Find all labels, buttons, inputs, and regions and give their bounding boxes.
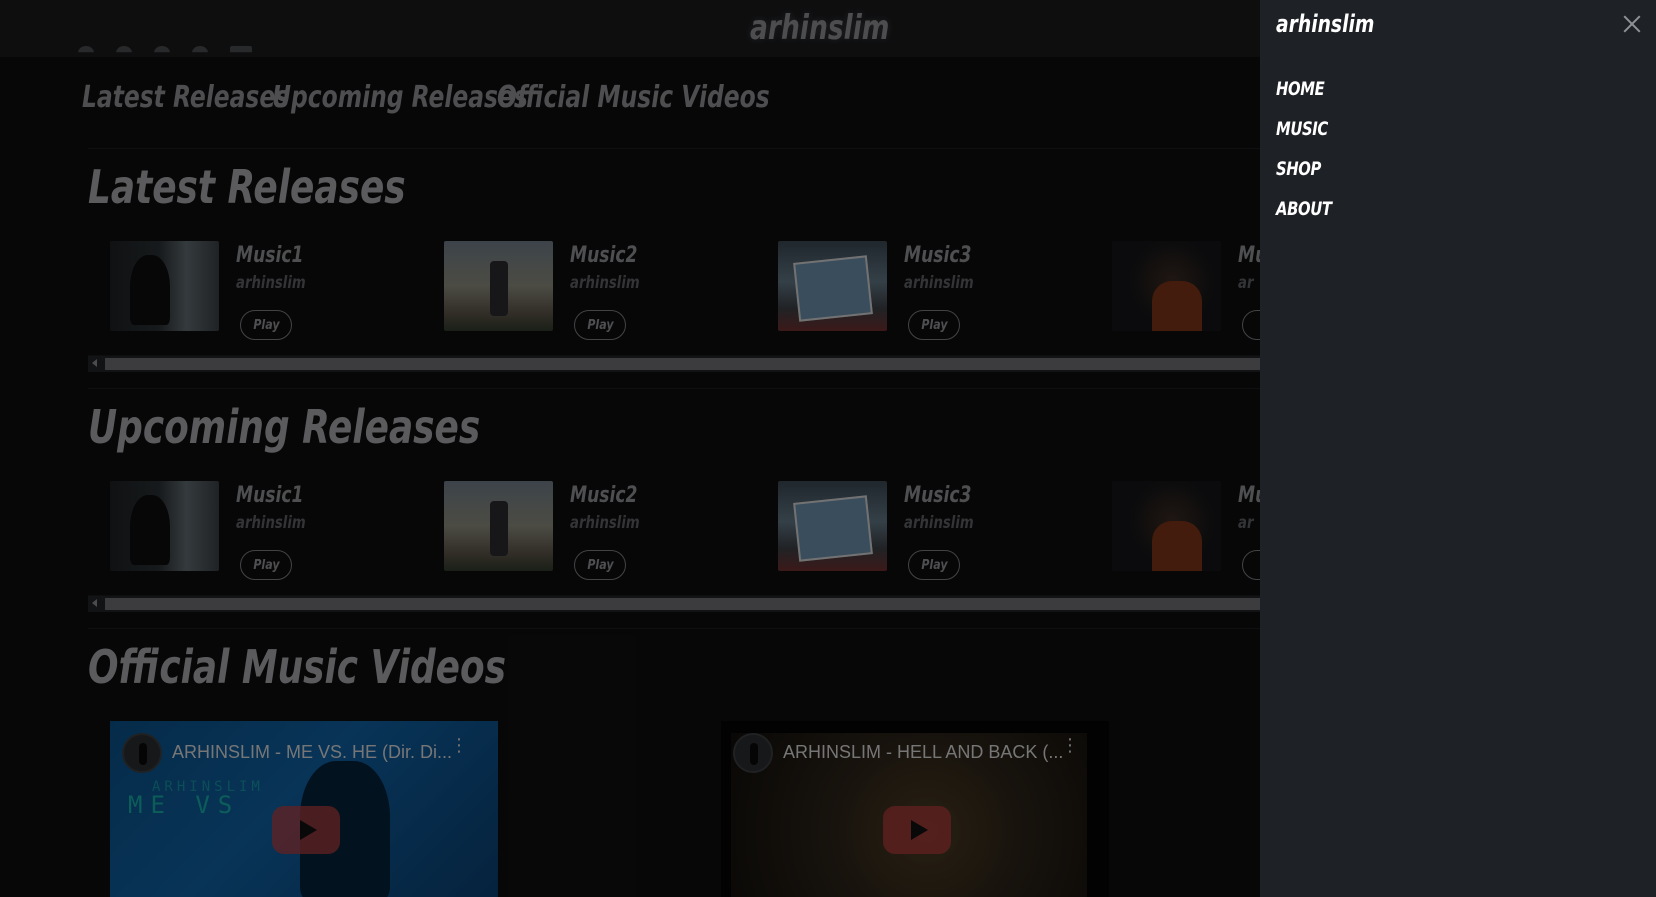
video-title[interactable]: ARHINSLIM - HELL AND BACK (... bbox=[783, 742, 1063, 763]
section-jump-nav: Latest Releases Upcoming Releases Offici… bbox=[82, 80, 770, 115]
horizontal-scrollbar[interactable] bbox=[88, 595, 1260, 612]
release-title: Mu bbox=[1238, 483, 1260, 508]
release-title: Music1 bbox=[236, 483, 304, 508]
music-videos-title: Official Music Videos bbox=[88, 640, 507, 694]
release-card: Music2 arhinslim Play bbox=[422, 241, 742, 346]
spotify-icon[interactable] bbox=[192, 46, 208, 53]
play-button[interactable]: Play bbox=[240, 310, 292, 340]
release-card: Music3 arhinslim Play bbox=[756, 241, 1076, 346]
scrollbar-thumb[interactable] bbox=[105, 358, 1260, 370]
video-art-text: ME VS bbox=[128, 791, 241, 819]
release-card: Music1 arhinslim Play bbox=[88, 241, 408, 346]
play-button[interactable]: Play bbox=[574, 550, 626, 580]
jump-upcoming-releases[interactable]: Upcoming Releases bbox=[272, 80, 528, 115]
release-card: Music3 arhinslim Play bbox=[756, 481, 1076, 586]
play-button[interactable] bbox=[1242, 310, 1260, 340]
upcoming-releases-title: Upcoming Releases bbox=[88, 400, 481, 454]
scrollbar-thumb[interactable] bbox=[105, 598, 1260, 610]
release-title: Music3 bbox=[904, 243, 972, 268]
social-links bbox=[78, 46, 252, 60]
release-artist: arhinslim bbox=[904, 513, 974, 533]
more-options-icon[interactable]: ⋮ bbox=[450, 737, 468, 755]
drawer-nav: HOME MUSIC SHOP ABOUT bbox=[1276, 78, 1347, 238]
release-title: Music3 bbox=[904, 483, 972, 508]
release-title: Music2 bbox=[570, 243, 638, 268]
album-cover[interactable] bbox=[110, 481, 219, 571]
album-cover[interactable] bbox=[778, 481, 887, 571]
video-embed[interactable]: ARHINSLIM - HELL AND BACK (... ⋮ bbox=[721, 721, 1109, 897]
release-title: Mu bbox=[1238, 243, 1260, 268]
play-button[interactable]: Play bbox=[240, 550, 292, 580]
twitter-icon[interactable] bbox=[116, 46, 132, 53]
video-embed[interactable]: ARHINSLIM ME VS ARHINSLIM - ME VS. HE (D… bbox=[110, 721, 498, 897]
release-title: Music2 bbox=[570, 483, 638, 508]
release-artist: ar bbox=[1238, 273, 1254, 293]
play-button[interactable]: Play bbox=[574, 310, 626, 340]
drawer-item-shop[interactable]: SHOP bbox=[1276, 158, 1332, 198]
side-menu-drawer: arhinslim HOME MUSIC SHOP ABOUT bbox=[1260, 0, 1656, 897]
channel-avatar[interactable] bbox=[122, 733, 162, 773]
scroll-left-icon[interactable] bbox=[92, 599, 97, 607]
album-cover[interactable] bbox=[110, 241, 219, 331]
release-artist: arhinslim bbox=[570, 513, 640, 533]
play-button[interactable]: Play bbox=[908, 310, 960, 340]
jump-latest-releases[interactable]: Latest Releases bbox=[82, 80, 289, 115]
release-artist: arhinslim bbox=[236, 273, 306, 293]
video-title[interactable]: ARHINSLIM - ME VS. HE (Dir. Di... bbox=[172, 742, 452, 763]
divider bbox=[88, 148, 1260, 149]
scroll-left-icon[interactable] bbox=[92, 359, 97, 367]
latest-releases-carousel: Music1 arhinslim Play Music2 arhinslim P… bbox=[88, 241, 1260, 346]
album-cover[interactable] bbox=[778, 241, 887, 331]
viewport: arhinslim Latest Releases Upcoming Relea… bbox=[0, 0, 1656, 897]
release-artist: ar bbox=[1238, 513, 1254, 533]
site-brand[interactable]: arhinslim bbox=[750, 8, 889, 48]
drawer-item-about[interactable]: ABOUT bbox=[1276, 198, 1332, 238]
release-artist: arhinslim bbox=[236, 513, 306, 533]
album-cover[interactable] bbox=[1112, 241, 1221, 331]
mail-icon[interactable] bbox=[230, 46, 252, 53]
drawer-brand[interactable]: arhinslim bbox=[1276, 10, 1374, 38]
upcoming-releases-carousel: Music1 arhinslim Play Music2 arhinslim P… bbox=[88, 481, 1260, 586]
release-title: Music1 bbox=[236, 243, 304, 268]
top-bar: arhinslim bbox=[0, 0, 1260, 57]
release-card: Mu ar bbox=[1090, 481, 1260, 586]
drawer-item-music[interactable]: MUSIC bbox=[1276, 118, 1332, 158]
close-icon[interactable] bbox=[1620, 12, 1644, 36]
release-card: Music1 arhinslim Play bbox=[88, 481, 408, 586]
video-play-button[interactable] bbox=[272, 806, 340, 854]
instagram-icon[interactable] bbox=[78, 46, 94, 53]
play-button[interactable]: Play bbox=[908, 550, 960, 580]
album-cover[interactable] bbox=[444, 481, 553, 571]
more-options-icon[interactable]: ⋮ bbox=[1061, 737, 1079, 755]
release-card: Mu ar bbox=[1090, 241, 1260, 346]
soundcloud-icon[interactable] bbox=[154, 46, 170, 53]
jump-official-music-videos[interactable]: Official Music Videos bbox=[497, 80, 770, 115]
divider bbox=[88, 628, 1260, 629]
drawer-item-home[interactable]: HOME bbox=[1276, 78, 1332, 118]
play-button[interactable] bbox=[1242, 550, 1260, 580]
channel-avatar[interactable] bbox=[733, 733, 773, 773]
album-cover[interactable] bbox=[1112, 481, 1221, 571]
release-card: Music2 arhinslim Play bbox=[422, 481, 742, 586]
divider bbox=[88, 388, 1260, 389]
album-cover[interactable] bbox=[444, 241, 553, 331]
latest-releases-title: Latest Releases bbox=[88, 160, 406, 214]
video-play-button[interactable] bbox=[883, 806, 951, 854]
release-artist: arhinslim bbox=[570, 273, 640, 293]
horizontal-scrollbar[interactable] bbox=[88, 355, 1260, 372]
release-artist: arhinslim bbox=[904, 273, 974, 293]
